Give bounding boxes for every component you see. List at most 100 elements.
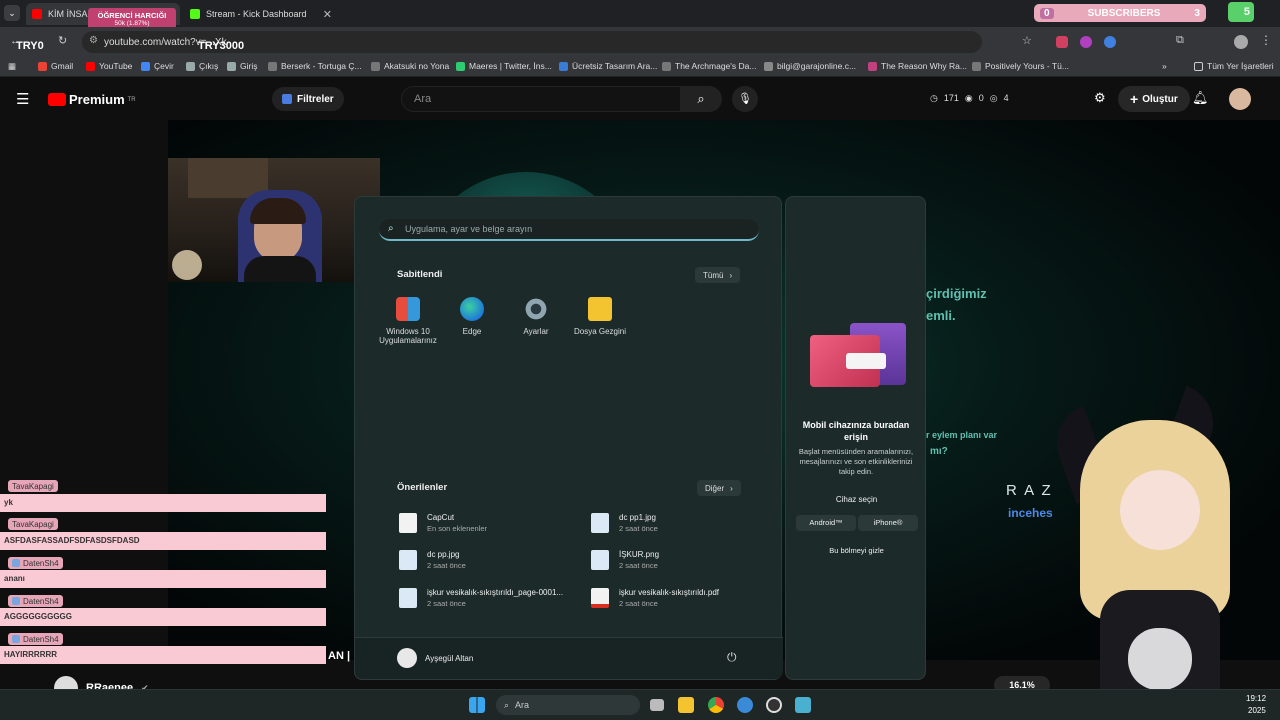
recommended-item[interactable]: dc pp1.jpg 2 saat önce — [591, 513, 658, 533]
youtube-logo[interactable]: Premium TR — [48, 92, 136, 107]
bookmark-label: bilgi@garajonline.c... — [777, 61, 857, 71]
reload-icon[interactable]: ↻ — [58, 34, 67, 47]
clock-time[interactable]: 19:12 — [1246, 694, 1266, 703]
bookmark-akatsuki[interactable]: Akatsuki no Yona — [371, 61, 449, 71]
avatar[interactable] — [1229, 88, 1251, 110]
create-label: Oluştur — [1142, 93, 1178, 105]
stat-c: 4 — [1003, 93, 1009, 103]
youtube-icon — [32, 9, 42, 19]
pinned-edge[interactable]: Edge — [439, 297, 505, 336]
taskbar-search-box[interactable]: ⌕ Ara — [496, 695, 640, 715]
bookmarks-overflow-icon[interactable]: » — [1162, 61, 1167, 71]
recommended-title: dc pp.jpg — [427, 550, 460, 559]
recommended-item[interactable]: dc pp.jpg 2 saat önce — [399, 550, 466, 570]
pinned-file-explorer[interactable]: Dosya Gezgini — [567, 297, 633, 336]
phone-link-title: Mobil cihazınıza buradan erişin — [802, 420, 910, 442]
extension-icon-1[interactable] — [1056, 36, 1068, 48]
tab-kick[interactable]: Stream - Kick Dashboard ✕ — [184, 3, 338, 25]
search-icon[interactable]: ⌕ — [680, 86, 722, 112]
power-icon[interactable]: ⏻ — [727, 650, 737, 665]
subscribers-widget: 0 SUBSCRIBERS 3 — [1034, 4, 1206, 22]
pinned-label: Edge — [462, 327, 482, 336]
bookmark-cikis[interactable]: Çıkış — [186, 61, 218, 71]
exit-icon — [186, 61, 195, 71]
chat-message: AGGGGGGGGGG — [0, 608, 326, 626]
overlay-goal-label: ÖĞRENCİ HARCIĞI — [97, 11, 167, 20]
windows-start-icon[interactable] — [469, 697, 485, 713]
image-file-icon — [399, 550, 417, 570]
recommended-title: CapCut — [427, 513, 455, 522]
hide-panel-link[interactable]: Bu bölmeyi gizle — [786, 546, 927, 555]
settings-gear-icon[interactable]: ⚙ — [1094, 90, 1106, 106]
tab-search-button[interactable]: ⌄ — [4, 5, 20, 21]
subscribers-right: 3 — [1194, 7, 1200, 19]
file-explorer-icon[interactable] — [678, 697, 694, 713]
vtuber-studio-icon[interactable] — [795, 697, 811, 713]
bookmark-ucretsiz[interactable]: Ücretsiz Tasarım Ara... — [559, 61, 657, 71]
overlay-left-tag: TRY0 — [16, 40, 44, 52]
bookmark-youtube[interactable]: YouTube — [86, 61, 132, 71]
create-button[interactable]: + Oluştur — [1118, 86, 1190, 112]
hamburger-menu-icon[interactable]: ☰ — [16, 90, 29, 108]
browser-menu-icon[interactable]: ⋮ — [1260, 33, 1272, 47]
site-info-icon[interactable]: ⚙ — [89, 35, 98, 46]
bookmark-label: Giriş — [240, 61, 258, 71]
bookmark-giris[interactable]: Giriş — [227, 61, 257, 71]
search-icon: ⌕ — [388, 223, 394, 234]
windows-start-menu: ⌕ Uygulama, ayar ve belge arayın Sabitle… — [354, 196, 783, 680]
bookmark-positively[interactable]: Positively Yours - Tü... — [972, 61, 1069, 71]
star-icon[interactable]: ☆ — [1022, 34, 1032, 47]
recommended-item[interactable]: işkur vesikalık-sıkıştırıldı_page-0001..… — [399, 588, 563, 608]
start-search-input[interactable]: ⌕ Uygulama, ayar ve belge arayın — [379, 219, 759, 241]
pinned-label: Dosya Gezgini — [573, 327, 627, 336]
apps-grid-icon[interactable]: ▦ — [8, 61, 16, 72]
all-apps-button[interactable]: Tümü › — [695, 267, 741, 283]
search-input[interactable]: Ara — [401, 86, 681, 112]
recommended-item[interactable]: işkur vesikalık-sıkıştırıldı.pdf 2 saat ö… — [591, 588, 719, 608]
obs-icon[interactable] — [766, 697, 782, 713]
tab-kick-label: Stream - Kick Dashboard — [206, 9, 307, 19]
pinned-windows10-apps[interactable]: Windows 10 Uygulamalarınız — [375, 297, 441, 345]
pinned-settings[interactable]: Ayarlar — [503, 297, 569, 336]
illustration-chat — [846, 353, 886, 369]
chrome-icon[interactable] — [708, 697, 724, 713]
android-button[interactable]: Android™ — [796, 515, 856, 531]
iphone-button[interactable]: iPhone® — [858, 515, 918, 531]
extension-icon-2[interactable] — [1080, 36, 1092, 48]
app-icon-blue[interactable] — [737, 697, 753, 713]
user-account[interactable]: Ayşegül Altan — [397, 648, 473, 668]
filters-button[interactable]: Filtreler — [272, 87, 344, 111]
bookmark-cevir[interactable]: Çevir — [141, 61, 174, 71]
search-icon: ⌕ — [504, 699, 510, 710]
phone-link-panel: Mobil cihazınıza buradan erişin Başlat m… — [785, 196, 926, 680]
bookmark-reason[interactable]: The Reason Why Ra... — [868, 61, 967, 71]
more-button[interactable]: Diğer › — [697, 480, 741, 496]
streamer-body — [244, 256, 316, 282]
bookmark-maeres[interactable]: Maeres | Twitter, İns... — [456, 61, 552, 71]
site-icon — [972, 61, 981, 71]
recommended-item[interactable]: İŞKUR.png 2 saat önce — [591, 550, 659, 570]
gmail-icon — [38, 61, 47, 71]
extension-icon-3[interactable] — [1104, 36, 1116, 48]
task-view-icon[interactable] — [650, 699, 664, 711]
overlay-right-tag: TRY3000 — [198, 40, 245, 52]
search-placeholder: Ara — [414, 93, 432, 105]
close-icon[interactable]: ✕ — [323, 8, 332, 21]
bookmark-bilgi[interactable]: bilgi@garajonline.c... — [764, 61, 856, 71]
microphone-icon[interactable]: 🎙 — [732, 86, 758, 112]
profile-avatar-icon[interactable] — [1234, 35, 1248, 49]
emote-icon — [12, 635, 20, 643]
video-text-line3: r eylem planı var — [926, 430, 998, 440]
image-file-icon — [591, 550, 609, 570]
windows-taskbar: ⌕ Ara 19:12 2025 — [0, 689, 1280, 720]
eye-icon: ◉ — [964, 93, 973, 103]
bookmark-gmail[interactable]: Gmail — [38, 61, 73, 71]
bookmark-berserk[interactable]: Berserk - Tortuga Ç... — [268, 61, 362, 71]
all-bookmarks[interactable]: Tüm Yer İşaretleri — [1194, 61, 1274, 71]
notifications-bell-icon[interactable]: 🔔︎ — [1192, 90, 1209, 106]
clock-date[interactable]: 2025 — [1248, 706, 1266, 715]
bookmark-archmage[interactable]: The Archmage's Da... — [662, 61, 756, 71]
chat-username: DatenSh4 — [8, 595, 63, 607]
recommended-item[interactable]: CapCut En son eklenenler — [399, 513, 487, 533]
extensions-puzzle-icon[interactable]: ⧉ — [1176, 34, 1184, 47]
